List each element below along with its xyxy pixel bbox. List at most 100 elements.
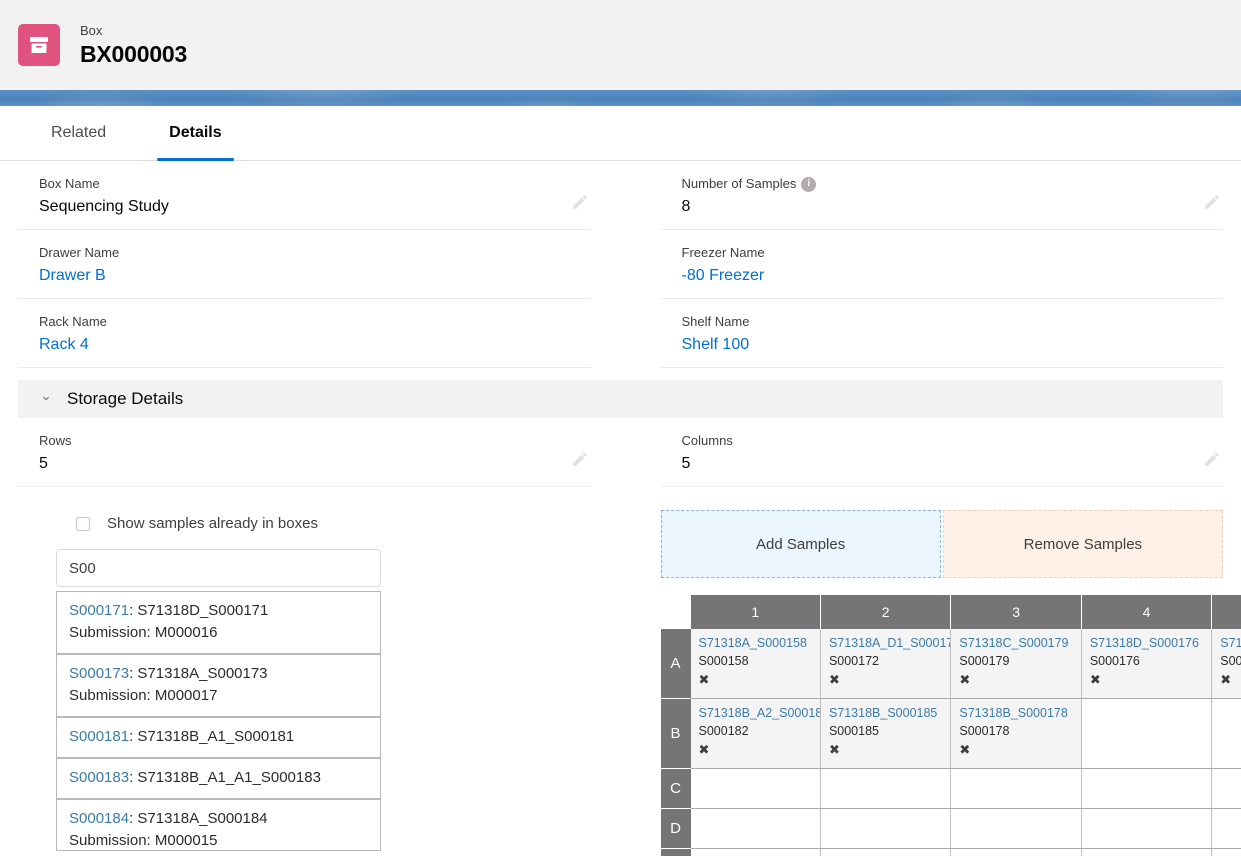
remove-sample-icon[interactable]: ✖ xyxy=(699,671,812,689)
show-samples-checkbox[interactable] xyxy=(76,517,90,531)
column-header-4: 4 xyxy=(1082,595,1212,629)
list-item[interactable]: S000183: S71318B_A1_A1_S000183 xyxy=(57,759,380,800)
grid-cell-sample: S000180 xyxy=(1220,652,1241,670)
list-item[interactable]: S000173: S71318A_S000173 Submission: M00… xyxy=(57,655,380,718)
tab-related[interactable]: Related xyxy=(39,106,118,160)
list-item[interactable]: S000184: S71318A_S000184 Submission: M00… xyxy=(57,800,380,851)
add-samples-button[interactable]: Add Samples xyxy=(661,510,941,578)
edit-pencil-icon[interactable] xyxy=(1203,450,1221,468)
sample-search-results: S000171: S71318D_S000171 Submission: M00… xyxy=(56,591,381,851)
grid-cell-e1[interactable] xyxy=(691,849,821,856)
grid-cell-d3[interactable] xyxy=(951,809,1081,849)
grid-cell-b3[interactable]: S71318B_S000178 S000178 ✖ xyxy=(951,699,1081,769)
field-rack-name-label: Rack Name xyxy=(39,313,591,331)
grid-cell-c5[interactable] xyxy=(1212,769,1241,809)
remove-samples-button[interactable]: Remove Samples xyxy=(943,510,1223,578)
grid-cell-sample: S000185 xyxy=(829,722,942,740)
grid-cell-link[interactable]: S71318B_A2_S000182 xyxy=(699,705,812,722)
grid-cell-d2[interactable] xyxy=(821,809,951,849)
box-grid: A B C D E 1 2 3 4 5 S71318A_S00015 xyxy=(661,595,1224,856)
result-main: S000171: S71318D_S000171 xyxy=(69,600,368,622)
grid-cell-c4[interactable] xyxy=(1082,769,1212,809)
grid-cell-link[interactable]: S71318B_S000185 xyxy=(829,705,942,722)
grid-cell-link[interactable]: S71318A_S000158 xyxy=(699,635,812,652)
edit-pencil-icon[interactable] xyxy=(571,193,589,211)
list-item[interactable]: S000171: S71318D_S000171 Submission: M00… xyxy=(57,592,380,655)
grid-cell-sample: S000182 xyxy=(699,722,812,740)
show-samples-checkbox-label: Show samples already in boxes xyxy=(107,515,318,532)
remove-sample-icon[interactable]: ✖ xyxy=(959,741,1072,759)
grid-cell-e2[interactable] xyxy=(821,849,951,856)
grid-cell-d5[interactable] xyxy=(1212,809,1241,849)
grid-cell-sample: S000158 xyxy=(699,652,812,670)
table-row: S71318A_S000158 S000158 ✖ S71318A_D1_S00… xyxy=(691,629,1241,699)
grid-cell-b4[interactable] xyxy=(1082,699,1212,769)
remove-sample-icon[interactable]: ✖ xyxy=(829,741,942,759)
grid-cell-d1[interactable] xyxy=(691,809,821,849)
result-name: S71318A_S000184 xyxy=(137,810,267,827)
result-main: S000181: S71318B_A1_S000181 xyxy=(69,726,368,748)
field-freezer-name-value[interactable]: -80 Freezer xyxy=(682,264,1224,288)
result-submission: Submission: M000015 xyxy=(69,830,368,851)
tab-details[interactable]: Details xyxy=(157,106,233,160)
show-samples-checkbox-row[interactable]: Show samples already in boxes xyxy=(18,515,591,532)
edit-pencil-icon[interactable] xyxy=(571,450,589,468)
result-main: S000184: S71318A_S000184 xyxy=(69,808,368,830)
grid-cell-link[interactable]: S71318B_S000178 xyxy=(959,705,1072,722)
chevron-down-icon xyxy=(39,392,53,406)
grid-cell-a1[interactable]: S71318A_S000158 S000158 ✖ xyxy=(691,629,821,699)
grid-cell-sample: S000172 xyxy=(829,652,942,670)
field-rack-name-value[interactable]: Rack 4 xyxy=(39,333,591,357)
grid-cell-a2[interactable]: S71318A_D1_S000172 S000172 ✖ xyxy=(821,629,951,699)
tab-details-label: Details xyxy=(169,124,221,142)
section-header-storage-details[interactable]: Storage Details xyxy=(18,380,1223,418)
grid-cell-b5[interactable] xyxy=(1212,699,1241,769)
field-box-name-label: Box Name xyxy=(39,175,591,193)
section-title: Storage Details xyxy=(67,389,183,409)
remove-sample-icon[interactable]: ✖ xyxy=(1090,671,1203,689)
box-icon xyxy=(18,24,60,66)
grid-cell-b2[interactable]: S71318B_S000185 S000185 ✖ xyxy=(821,699,951,769)
grid-cell-a3[interactable]: S71318C_S000179 S000179 ✖ xyxy=(951,629,1081,699)
result-main: S000183: S71318B_A1_A1_S000183 xyxy=(69,767,368,789)
grid-cell-b1[interactable]: S71318B_A2_S000182 S000182 ✖ xyxy=(691,699,821,769)
grid-cell-link[interactable]: S71318D_S000176 xyxy=(1090,635,1203,652)
grid-cell-link[interactable]: S71318C_S000179 xyxy=(959,635,1072,652)
field-freezer-name-label: Freezer Name xyxy=(682,244,1224,262)
grid-cell-c2[interactable] xyxy=(821,769,951,809)
grid-cell-e5[interactable] xyxy=(1212,849,1241,856)
field-number-of-samples-label-text: Number of Samples xyxy=(682,175,797,193)
field-columns: Columns 5 xyxy=(661,418,1224,487)
column-header-2: 2 xyxy=(821,595,951,629)
row-header-d: D xyxy=(661,809,691,849)
grid-cell-c3[interactable] xyxy=(951,769,1081,809)
remove-sample-icon[interactable]: ✖ xyxy=(699,741,812,759)
edit-pencil-icon[interactable] xyxy=(1203,193,1221,211)
grid-cell-link[interactable]: S71318A_D1_S000172 xyxy=(829,635,942,652)
info-icon[interactable]: i xyxy=(801,177,816,192)
banner-strip xyxy=(0,90,1241,106)
remove-samples-label: Remove Samples xyxy=(1024,536,1142,553)
sample-search-input[interactable] xyxy=(56,549,381,587)
field-shelf-name: Shelf Name Shelf 100 xyxy=(661,299,1224,368)
sample-assignment-area: Show samples already in boxes S000171: S… xyxy=(0,487,1241,856)
grid-cell-e4[interactable] xyxy=(1082,849,1212,856)
list-item[interactable]: S000181: S71318B_A1_S000181 xyxy=(57,718,380,759)
remove-sample-icon[interactable]: ✖ xyxy=(959,671,1072,689)
grid-cell-c1[interactable] xyxy=(691,769,821,809)
remove-sample-icon[interactable]: ✖ xyxy=(829,671,942,689)
field-freezer-name: Freezer Name -80 Freezer xyxy=(661,230,1224,299)
field-columns-label: Columns xyxy=(682,432,1224,450)
grid-cell-d4[interactable] xyxy=(1082,809,1212,849)
field-drawer-name-value[interactable]: Drawer B xyxy=(39,264,591,288)
grid-cell-link[interactable]: S71318D_S000180 xyxy=(1220,635,1241,652)
column-header-1: 1 xyxy=(691,595,821,629)
grid-cell-a5[interactable]: S71318D_S000180 S000180 ✖ xyxy=(1212,629,1241,699)
field-rows-value: 5 xyxy=(39,452,591,476)
grid-cell-a4[interactable]: S71318D_S000176 S000176 ✖ xyxy=(1082,629,1212,699)
remove-sample-icon[interactable]: ✖ xyxy=(1220,671,1241,689)
field-shelf-name-value[interactable]: Shelf 100 xyxy=(682,333,1224,357)
grid-corner-cell xyxy=(661,595,691,629)
grid-cell-e3[interactable] xyxy=(951,849,1081,856)
result-name: S71318B_A1_A1_S000183 xyxy=(137,769,321,786)
